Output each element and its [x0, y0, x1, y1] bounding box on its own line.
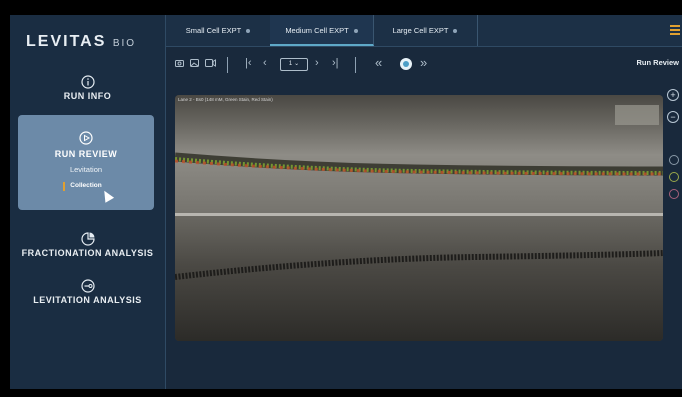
camera-icon[interactable]: [175, 59, 184, 67]
last-frame-icon[interactable]: ›|: [332, 57, 339, 69]
pie-chart-icon: [80, 232, 95, 246]
video-icon[interactable]: [205, 59, 216, 67]
toolbar-divider: [355, 57, 356, 73]
section-title: Run Review: [636, 58, 679, 67]
sidebar-item-levitation-analysis[interactable]: LEVITATION ANALYSIS: [10, 279, 165, 305]
tab-medium-cell[interactable]: Medium Cell EXPT: [270, 15, 374, 46]
rewind-icon[interactable]: «: [375, 55, 382, 70]
microscopy-image-viewer[interactable]: Lane 2 - Bs0 (148 mM, Green Stain, Red S…: [175, 95, 663, 341]
next-frame-icon[interactable]: ›: [315, 57, 319, 69]
brand-suffix: BIO: [112, 38, 137, 49]
channel-toggle-icon[interactable]: [669, 189, 679, 199]
frame-select-value: 1: [288, 61, 293, 67]
sidebar-subitem-collection[interactable]: Collection: [63, 182, 102, 191]
brand-logo: LEVITAS BIO: [26, 33, 136, 51]
zoom-in-icon[interactable]: +: [667, 89, 679, 101]
frame-select[interactable]: 1: [280, 58, 308, 71]
prev-frame-icon[interactable]: ‹: [263, 57, 267, 69]
play-circle-icon: [79, 131, 93, 145]
tab-small-cell[interactable]: Small Cell EXPT: [166, 15, 271, 46]
playback-toolbar: |‹ ‹ 1 › ›| « »: [170, 55, 670, 75]
close-dot-icon[interactable]: [246, 29, 251, 34]
channel-toggle-icon[interactable]: [669, 172, 679, 182]
brand-name: LEVITAS: [26, 33, 107, 50]
experiment-tabs: Small Cell EXPT Medium Cell EXPT Large C…: [166, 15, 682, 47]
toolbar-divider: [227, 57, 228, 73]
sidebar-item-label: RUN INFO: [63, 91, 112, 101]
hamburger-menu-icon[interactable]: [670, 25, 680, 37]
sidebar-item-fractionation-analysis[interactable]: FRACTIONATION ANALYSIS: [10, 232, 165, 258]
sidebar-item-run-info[interactable]: RUN INFO: [10, 75, 165, 101]
sidebar-item-label: RUN REVIEW: [54, 149, 118, 159]
sidebar-item-label: LEVITATION ANALYSIS: [33, 295, 142, 305]
tab-large-cell[interactable]: Large Cell EXPT: [373, 15, 478, 46]
levitation-icon: [80, 279, 95, 293]
tab-label: Large Cell EXPT: [392, 26, 449, 35]
app-window: LEVITAS BIO RUN INFO RUN REVIEW Levitati…: [10, 15, 682, 389]
tab-label: Small Cell EXPT: [185, 26, 242, 35]
play-pause-icon[interactable]: [400, 58, 412, 70]
tab-label: Medium Cell EXPT: [285, 26, 349, 35]
channel-toggle-icon[interactable]: [669, 155, 679, 165]
sidebar: LEVITAS BIO RUN INFO RUN REVIEW Levitati…: [10, 15, 166, 389]
image-icon[interactable]: [190, 59, 199, 67]
close-dot-icon[interactable]: [353, 29, 358, 34]
close-dot-icon[interactable]: [453, 29, 458, 34]
sidebar-item-label: FRACTIONATION ANALYSIS: [21, 248, 154, 258]
first-frame-icon[interactable]: |‹: [245, 57, 252, 69]
microscopy-image: [175, 95, 663, 341]
fast-forward-icon[interactable]: »: [420, 55, 427, 70]
sidebar-item-run-review[interactable]: RUN REVIEW Levitation Collection: [18, 115, 154, 210]
sidebar-subitem-levitation[interactable]: Levitation: [18, 165, 154, 174]
zoom-out-icon[interactable]: −: [667, 111, 679, 123]
info-icon: [80, 75, 95, 89]
lane-label: Lane 2 - Bs0 (148 mM, Green Stain, Red S…: [178, 97, 273, 102]
